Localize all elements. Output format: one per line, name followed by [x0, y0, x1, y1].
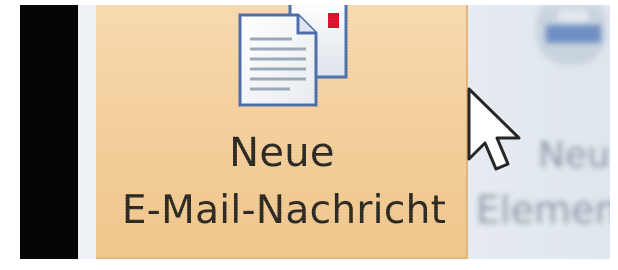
ribbon-new-group: Neue E-Mail-Nachricht Neu Elemen	[78, 5, 610, 259]
new-mail-icon	[216, 5, 366, 110]
new-email-label-line1: Neue	[229, 130, 335, 176]
new-items-label-line2: Elemen	[476, 188, 610, 232]
new-items-icon	[528, 5, 610, 80]
mouse-pointer-icon	[463, 85, 533, 180]
new-email-label-line2: E-Mail-Nachricht	[121, 188, 447, 233]
new-items-label-line1: Neu	[538, 135, 610, 176]
new-email-button[interactable]: Neue E-Mail-Nachricht	[96, 5, 468, 259]
screen-frame: Neue E-Mail-Nachricht Neu Elemen	[0, 0, 618, 270]
left-dark-edge	[20, 5, 78, 259]
